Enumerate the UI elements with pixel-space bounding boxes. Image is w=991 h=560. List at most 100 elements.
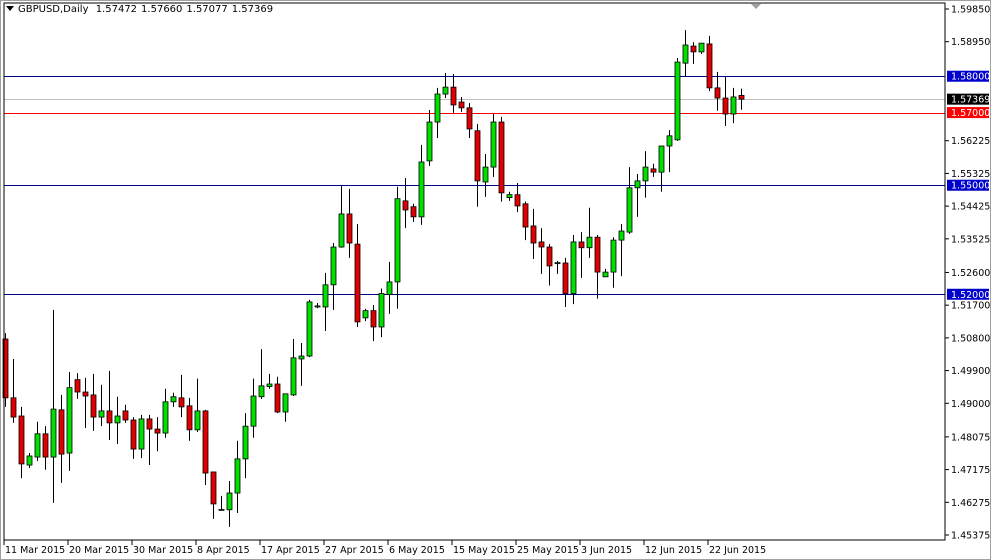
candle-body-bull bbox=[66, 387, 73, 454]
candle[interactable] bbox=[250, 378, 257, 438]
candle[interactable] bbox=[330, 243, 337, 310]
candle[interactable] bbox=[210, 471, 217, 519]
candle[interactable] bbox=[218, 495, 225, 511]
candle[interactable] bbox=[354, 224, 361, 327]
candle[interactable] bbox=[714, 71, 721, 111]
candle[interactable] bbox=[314, 302, 321, 309]
candle[interactable] bbox=[98, 384, 105, 427]
candle[interactable] bbox=[242, 413, 249, 479]
dropdown-triangle-icon[interactable] bbox=[6, 6, 14, 11]
candle[interactable] bbox=[482, 153, 489, 197]
candle[interactable] bbox=[642, 151, 649, 198]
chart-shift-marker-icon[interactable] bbox=[751, 4, 761, 9]
candle[interactable] bbox=[698, 42, 705, 55]
candle[interactable] bbox=[194, 378, 201, 432]
candle[interactable] bbox=[306, 299, 313, 358]
candle[interactable] bbox=[274, 376, 281, 414]
candle[interactable] bbox=[498, 116, 505, 202]
candle[interactable] bbox=[170, 392, 177, 407]
candle[interactable] bbox=[50, 309, 57, 503]
candle[interactable] bbox=[570, 235, 577, 305]
candle[interactable] bbox=[378, 288, 385, 338]
candle[interactable] bbox=[394, 186, 401, 309]
y-tick-label: 1.53525 bbox=[951, 234, 990, 245]
candle-body-bear bbox=[106, 410, 113, 424]
candle[interactable] bbox=[650, 163, 657, 177]
candle[interactable] bbox=[530, 208, 537, 260]
candle[interactable] bbox=[506, 191, 513, 201]
candle[interactable] bbox=[738, 88, 745, 110]
candle[interactable] bbox=[410, 203, 417, 222]
candle[interactable] bbox=[90, 373, 97, 431]
candle[interactable] bbox=[74, 373, 81, 399]
candle[interactable] bbox=[282, 393, 289, 422]
candle[interactable] bbox=[722, 76, 729, 127]
candle[interactable] bbox=[362, 308, 369, 322]
candle[interactable] bbox=[682, 30, 689, 77]
candle[interactable] bbox=[202, 409, 209, 486]
candle[interactable] bbox=[450, 74, 457, 113]
candle[interactable] bbox=[514, 183, 521, 213]
candle[interactable] bbox=[386, 261, 393, 314]
candle[interactable] bbox=[42, 426, 49, 470]
candle[interactable] bbox=[618, 224, 625, 277]
candle[interactable] bbox=[186, 397, 193, 441]
candle[interactable] bbox=[66, 372, 73, 471]
candle[interactable] bbox=[578, 232, 585, 278]
candlestick-chart[interactable]: 1.59850 1.58950 1.56225 1.55325 1.54425 1.535… bbox=[0, 0, 991, 560]
candle[interactable] bbox=[26, 453, 33, 468]
candle-body-bull bbox=[258, 385, 265, 398]
candle[interactable] bbox=[18, 406, 25, 479]
candle[interactable] bbox=[602, 268, 609, 278]
candle[interactable] bbox=[122, 404, 129, 423]
candle[interactable] bbox=[666, 130, 673, 173]
candle[interactable] bbox=[586, 207, 593, 258]
candle[interactable] bbox=[546, 244, 553, 286]
level-label: 1.57000 bbox=[951, 108, 990, 119]
candle[interactable] bbox=[322, 272, 329, 331]
candle[interactable] bbox=[82, 377, 89, 428]
candle[interactable] bbox=[594, 235, 601, 299]
candle[interactable] bbox=[554, 260, 561, 274]
candle[interactable] bbox=[178, 374, 185, 418]
candle[interactable] bbox=[522, 201, 529, 241]
candle[interactable] bbox=[34, 421, 41, 462]
candle[interactable] bbox=[474, 123, 481, 207]
candle-body-bear bbox=[178, 397, 185, 408]
candle[interactable] bbox=[626, 167, 633, 234]
candle[interactable] bbox=[10, 358, 17, 423]
candle[interactable] bbox=[58, 394, 65, 483]
candle[interactable] bbox=[490, 114, 497, 177]
candle[interactable] bbox=[338, 185, 345, 248]
candle[interactable] bbox=[226, 481, 233, 527]
candle[interactable] bbox=[266, 373, 273, 389]
y-tick-label: 1.51700 bbox=[951, 301, 990, 312]
candle[interactable] bbox=[298, 342, 305, 386]
candle[interactable] bbox=[730, 87, 737, 124]
candle[interactable] bbox=[258, 349, 265, 399]
candle[interactable] bbox=[538, 228, 545, 274]
candle[interactable] bbox=[114, 396, 121, 444]
candle[interactable] bbox=[706, 35, 713, 92]
candle[interactable] bbox=[418, 144, 425, 225]
candle[interactable] bbox=[658, 145, 665, 192]
candle[interactable] bbox=[290, 338, 297, 397]
y-tick-label: 1.55325 bbox=[951, 169, 990, 180]
candle[interactable] bbox=[154, 417, 161, 452]
candle[interactable] bbox=[234, 440, 241, 514]
candle[interactable] bbox=[130, 417, 137, 459]
candle[interactable] bbox=[138, 414, 145, 459]
candle[interactable] bbox=[610, 237, 617, 288]
candle[interactable] bbox=[162, 388, 169, 438]
candle[interactable] bbox=[370, 305, 377, 342]
candle[interactable] bbox=[690, 42, 697, 64]
candle[interactable] bbox=[562, 257, 569, 307]
candle[interactable] bbox=[146, 414, 153, 466]
candle[interactable] bbox=[346, 188, 353, 258]
candle[interactable] bbox=[426, 110, 433, 166]
candle[interactable] bbox=[634, 173, 641, 217]
candle[interactable] bbox=[674, 58, 681, 141]
candle[interactable] bbox=[106, 370, 113, 440]
candle[interactable] bbox=[434, 87, 441, 139]
candle[interactable] bbox=[466, 103, 473, 139]
